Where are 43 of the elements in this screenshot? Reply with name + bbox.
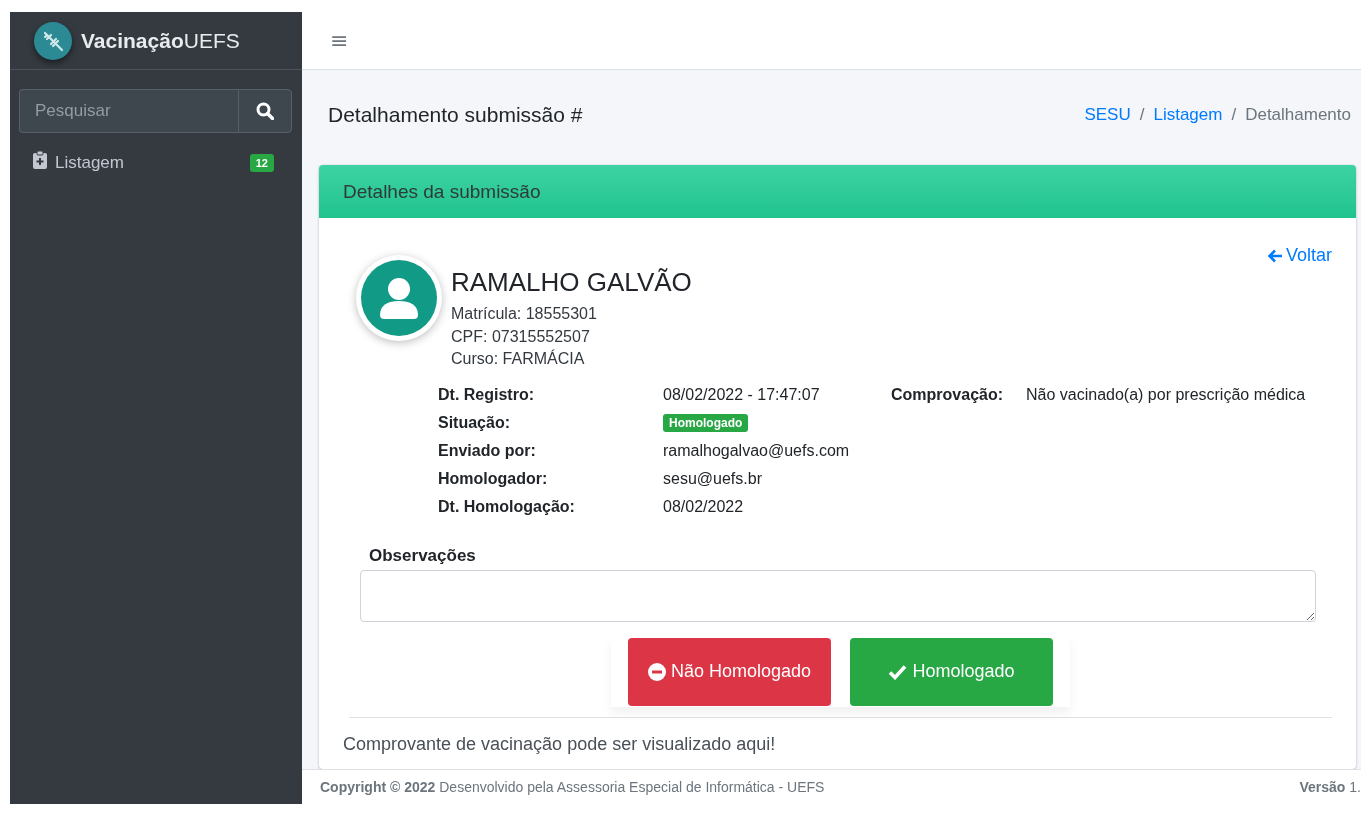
sidebar-item[interactable]: Listagem 12 (19, 143, 292, 182)
page-title: Detalhamento submissão # (328, 103, 583, 127)
notes-field[interactable] (360, 569, 1316, 622)
breadcrumb-link[interactable]: SESU (1084, 105, 1131, 125)
detail-value: 08/02/2022 - 17:47:07 (663, 384, 821, 405)
clipboard-icon (33, 151, 47, 169)
brand-name[interactable]: VacinaçãoUEFS (81, 28, 240, 53)
detail-label: Comprovação: (891, 384, 1005, 405)
detail-value: 08/02/2022 (663, 496, 745, 517)
card-header: Detalhes da submissão (319, 165, 1356, 218)
receipt-note: Comprovante de vacinação pode ser visualizado aqui! (342, 732, 777, 756)
copyright-text: Copyright © 2022 Desenvolvido pela Assessoria Especial de Informática - UEFS (320, 778, 825, 795)
logo-icon (34, 21, 72, 60)
status-badge: Homologado (663, 414, 749, 433)
person-info: Matrícula: 18555301 (451, 304, 598, 324)
count-badge: 12 (249, 153, 274, 172)
search-button[interactable] (238, 89, 292, 133)
menu-button[interactable]: ≡ (328, 28, 351, 53)
person-info: Curso: FARMÁCIA (451, 348, 586, 369)
breadcrumb-current: Detalhamento (1245, 105, 1351, 125)
search-icon (256, 102, 274, 120)
breadcrumb-separator: / (1231, 105, 1237, 125)
detail-value: ramalhogalvao@uefs.com (663, 440, 851, 461)
notes-label: Observações (368, 545, 477, 566)
detail-label: Enviado por: (438, 440, 537, 461)
breadcrumb-link[interactable]: Listagem (1153, 105, 1223, 125)
detail-value: Não vacinado(a) por prescrição médica (1026, 384, 1307, 405)
person-name: RAMALHO GALVÃO (451, 267, 692, 298)
detail-label: Homologador: (438, 468, 549, 489)
approve-button[interactable]: Homologado (850, 637, 1053, 706)
detail-label: Dt. Homologação: (438, 496, 576, 517)
breadcrumb-separator: / (1139, 105, 1145, 125)
reject-button[interactable]: Não Homologado (628, 637, 831, 706)
back-link[interactable]: Voltar (1266, 245, 1332, 266)
search-field[interactable]: Pesquisar (19, 89, 238, 133)
detail-value: sesu@uefs.br (663, 468, 763, 489)
detail-label: Situação: (438, 412, 511, 433)
check-icon (888, 663, 908, 680)
minus-circle-icon (647, 662, 666, 681)
person-info: CPF: 07315552507 (451, 326, 591, 347)
detail-label: Dt. Registro: (438, 384, 535, 405)
arrow-left-icon (1266, 248, 1283, 263)
version-text: Versão 1. (1299, 778, 1361, 795)
